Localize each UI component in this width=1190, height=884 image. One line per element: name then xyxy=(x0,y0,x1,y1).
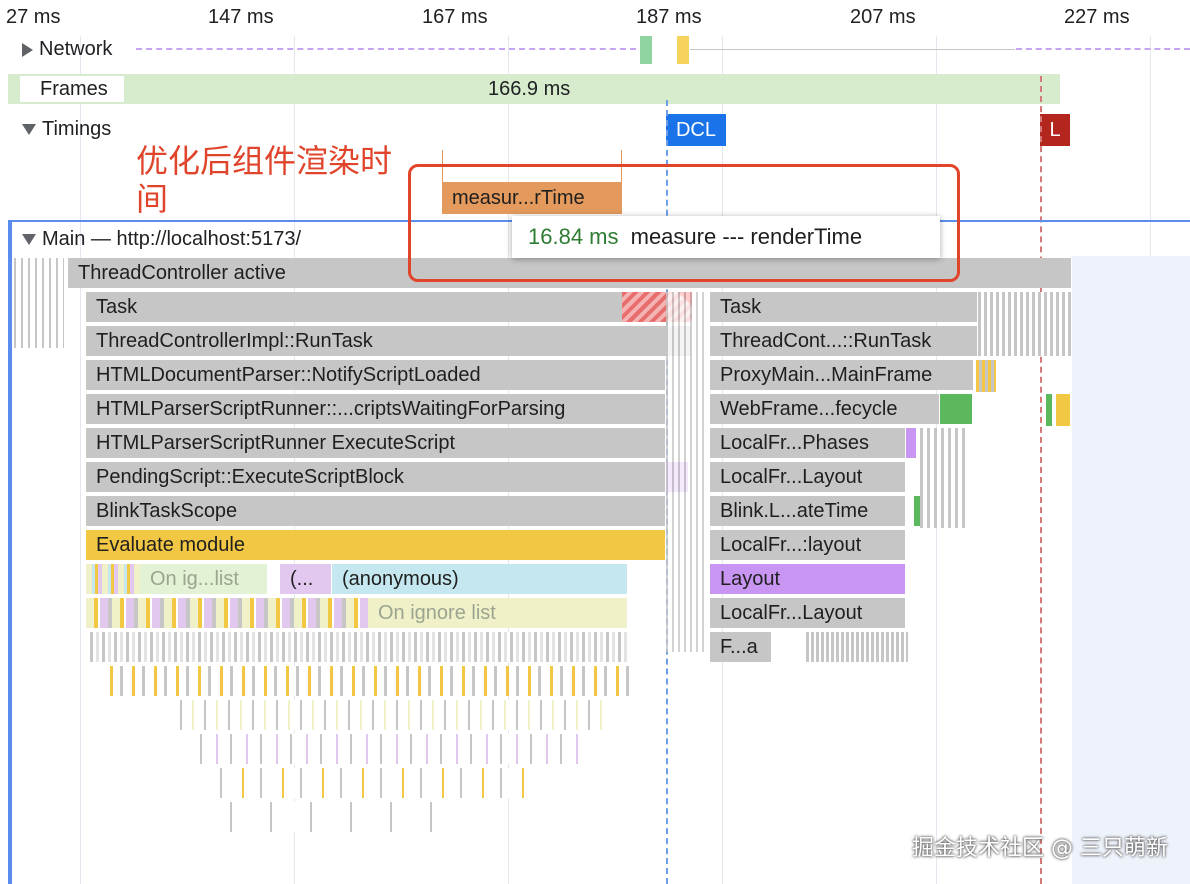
flame-bar-blink-update-time[interactable]: Blink.L...ateTime xyxy=(710,496,906,526)
timings-track-header[interactable]: Timings xyxy=(22,118,111,141)
load-line xyxy=(1040,76,1042,884)
flame-bar-on-ignore-list[interactable]: On ignore list xyxy=(368,598,628,628)
annotation-box xyxy=(408,164,960,282)
tick-label: 227 ms xyxy=(1064,6,1130,28)
flame-slivers xyxy=(1046,394,1052,426)
flame-bar-runtask[interactable]: ThreadControllerImpl::RunTask xyxy=(86,326,692,356)
flame-bar-paint[interactable] xyxy=(940,394,972,424)
tick-label: 187 ms xyxy=(636,6,702,28)
main-track-bg xyxy=(1072,256,1190,884)
flame-bar-evaluate-module[interactable]: Evaluate module xyxy=(86,530,666,560)
dcl-marker[interactable]: DCL xyxy=(666,114,726,146)
tick-label: 27 ms xyxy=(6,6,61,28)
network-track-header[interactable]: Network xyxy=(22,38,112,61)
time-ruler[interactable]: 27 ms 147 ms 167 ms 187 ms 207 ms 227 ms xyxy=(0,0,1190,36)
flame-slivers xyxy=(14,258,64,348)
main-track-left-border xyxy=(8,220,12,884)
collapse-arrow-icon[interactable] xyxy=(22,234,36,245)
flame-bar-localframe-phases[interactable]: LocalFr...Phases xyxy=(710,428,906,458)
main-track-header[interactable]: Main — http://localhost:5173/ xyxy=(22,228,301,251)
annotation-text: 优化后组件渲染时间 xyxy=(136,142,393,218)
flame-slivers xyxy=(666,292,706,652)
flame-slivers xyxy=(220,768,540,798)
flame-bar-proxy-main[interactable]: ProxyMain...MainFrame xyxy=(710,360,974,390)
grid-line xyxy=(80,36,81,884)
frames-label: Frames xyxy=(40,78,108,100)
flame-slivers xyxy=(806,632,908,662)
network-line xyxy=(690,49,1015,50)
flame-slivers xyxy=(90,632,630,662)
tick-label: 207 ms xyxy=(850,6,916,28)
flame-bar-execute-script[interactable]: HTMLParserScriptRunner ExecuteScript xyxy=(86,428,666,458)
flame-bar-execute-script-block[interactable]: PendingScript::ExecuteScriptBlock xyxy=(86,462,666,492)
flame-bar-anonymous[interactable]: (anonymous) xyxy=(332,564,628,594)
flame-bar-small[interactable] xyxy=(906,428,916,458)
flame-bar-scripts-waiting[interactable]: HTMLParserScriptRunner::...criptsWaiting… xyxy=(86,394,666,424)
network-request-bar[interactable] xyxy=(640,36,652,64)
flame-slivers xyxy=(230,802,470,832)
expand-arrow-icon[interactable] xyxy=(22,42,33,57)
flame-slivers xyxy=(978,292,1072,356)
flame-bar-runtask-right[interactable]: ThreadCont...::RunTask xyxy=(710,326,978,356)
network-label: Network xyxy=(39,38,113,60)
flame-bar-notify-script[interactable]: HTMLDocumentParser::NotifyScriptLoaded xyxy=(86,360,666,390)
flame-slivers xyxy=(1056,394,1070,426)
flame-slivers xyxy=(86,598,368,628)
network-dashed-line xyxy=(1016,48,1190,50)
flame-bar-paren[interactable]: (... xyxy=(280,564,332,594)
collapse-arrow-icon[interactable] xyxy=(22,124,36,135)
tick-label: 147 ms xyxy=(208,6,274,28)
flame-bar-layout[interactable]: Layout xyxy=(710,564,906,594)
flame-slivers xyxy=(180,700,610,730)
flame-slivers xyxy=(920,428,966,528)
flame-bar-webframe-lifecycle[interactable]: WebFrame...fecycle xyxy=(710,394,940,424)
flame-bar-task-right[interactable]: Task xyxy=(710,292,978,322)
tick-label: 167 ms xyxy=(422,6,488,28)
load-marker[interactable]: L xyxy=(1040,114,1070,146)
frames-label-box: Frames xyxy=(20,76,124,102)
flame-bar-on-ignore-short[interactable]: On ig...list xyxy=(140,564,268,594)
main-label: Main — http://localhost:5173/ xyxy=(42,228,302,250)
flame-bar-blink-task-scope[interactable]: BlinkTaskScope xyxy=(86,496,666,526)
flame-bar-task[interactable]: Task xyxy=(86,292,692,322)
flame-bar-fa[interactable]: F...a xyxy=(710,632,772,662)
flame-slivers xyxy=(86,564,140,594)
network-dashed-line xyxy=(136,48,636,50)
frames-duration: 166.9 ms xyxy=(488,78,571,100)
network-request-bar[interactable] xyxy=(677,36,689,64)
flame-bar-localframe-layout[interactable]: LocalFr...Layout xyxy=(710,462,906,492)
flame-slivers xyxy=(976,360,996,392)
flame-slivers xyxy=(110,666,630,696)
flame-bar-localframe-layout-lower[interactable]: LocalFr...:layout xyxy=(710,530,906,560)
watermark: 掘金技术社区 @ 三只萌新 xyxy=(912,836,1168,861)
timings-label: Timings xyxy=(42,118,112,140)
flame-slivers xyxy=(200,734,590,764)
flame-bar-localframe-layout-2[interactable]: LocalFr...Layout xyxy=(710,598,906,628)
